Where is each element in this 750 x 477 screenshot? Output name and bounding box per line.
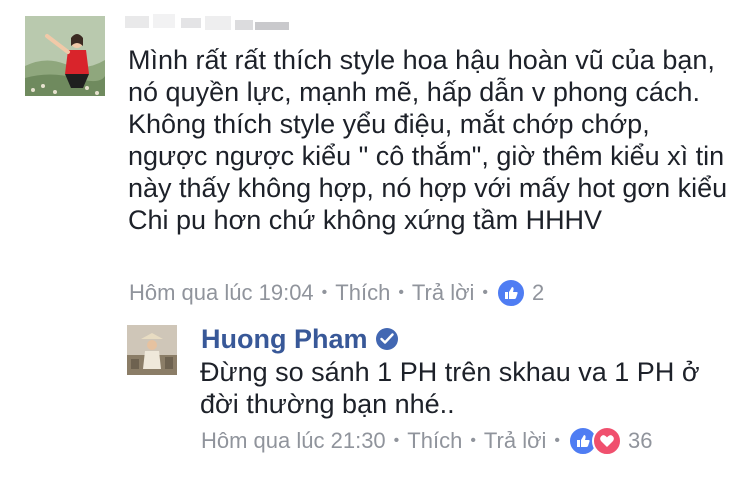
commenter-avatar[interactable]: [25, 16, 105, 96]
separator-dot: •: [393, 432, 400, 449]
separator-dot: •: [554, 432, 561, 449]
reply-author-name[interactable]: Huong Pham: [201, 322, 398, 356]
love-reaction-icon[interactable]: [592, 426, 623, 456]
separator-dot: •: [321, 284, 328, 301]
reply-author-avatar[interactable]: [127, 325, 177, 375]
reply-link[interactable]: Trả lời: [412, 280, 475, 306]
reaction-count[interactable]: 2: [532, 280, 544, 306]
reaction-count[interactable]: 36: [628, 428, 652, 454]
redacted-commenter-name: [125, 8, 295, 32]
separator-dot: •: [470, 432, 476, 449]
separator-dot: •: [482, 284, 489, 301]
reply-meta: Hôm qua lúc 21:30 • Thích • Trả lời • 36: [201, 426, 653, 456]
reply-text: Đừng so sánh 1 PH trên skhau va 1 PH ở đ…: [200, 357, 700, 419]
like-link[interactable]: Thích: [335, 280, 390, 306]
like-reaction-icon[interactable]: [496, 278, 527, 308]
reply-timestamp[interactable]: Hôm qua lúc 21:30: [201, 428, 386, 454]
reply-author-name-text[interactable]: Huong Pham: [201, 324, 368, 355]
comment-timestamp[interactable]: Hôm qua lúc 19:04: [129, 280, 314, 306]
comment-meta: Hôm qua lúc 19:04 • Thích • Trả lời • 2: [129, 278, 544, 308]
like-link[interactable]: Thích: [407, 428, 462, 454]
reply-link[interactable]: Trả lời: [484, 428, 547, 454]
comment-text: Mình rất rất thích style hoa hậu hoàn vũ…: [128, 45, 728, 235]
separator-dot: •: [398, 284, 404, 301]
verified-badge-icon: [375, 328, 398, 350]
